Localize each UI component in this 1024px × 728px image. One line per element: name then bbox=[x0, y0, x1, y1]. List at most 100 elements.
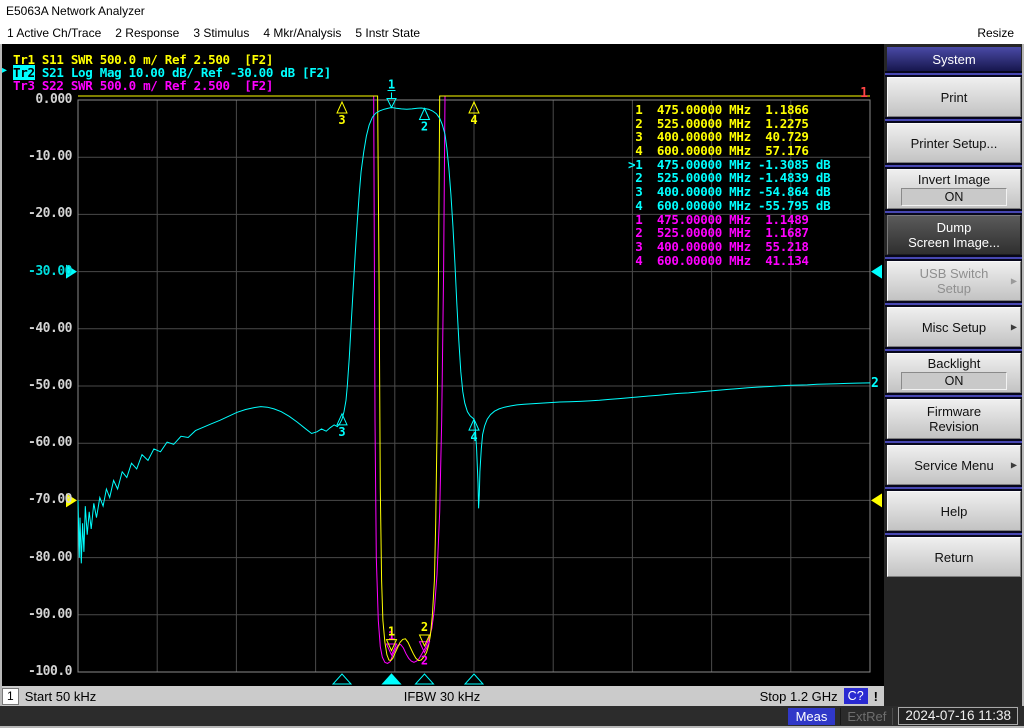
y-axis-label: -70.00 bbox=[28, 492, 72, 508]
marker-stimulus-triangle[interactable] bbox=[414, 673, 435, 685]
reference-level-arrow-right[interactable] bbox=[871, 493, 882, 508]
menu-active-ch-trace[interactable]: 1 Active Ch/Trace bbox=[0, 23, 108, 43]
marker-label: 2 bbox=[421, 654, 428, 668]
softkey-label: Dump bbox=[936, 220, 972, 235]
trace3-status[interactable]: Tr3 S22 SWR 500.0 m/ Ref 2.500 [F2] bbox=[0, 78, 653, 93]
softkey-label: Help bbox=[940, 503, 968, 519]
softkey-label: Screen Image... bbox=[908, 235, 1000, 250]
y-axis-label: -90.00 bbox=[28, 606, 72, 622]
marker-table-row: 4 600.00000 MHz 41.134 bbox=[628, 252, 809, 268]
marker-table-row: 1 475.00000 MHz 1.1489 bbox=[628, 211, 809, 227]
trace1-status[interactable]: Tr1 S11 SWR 500.0 m/ Ref 2.500 [F2] bbox=[0, 52, 653, 67]
resize-control[interactable]: Resize bbox=[970, 23, 1024, 43]
menu-bar: 1 Active Ch/Trace 2 Response 3 Stimulus … bbox=[0, 22, 1024, 44]
marker-label: 4 bbox=[470, 113, 477, 127]
softkey-label: Print bbox=[940, 89, 968, 105]
softkey-usb-switch-setup: USB Switch Setup ▶ bbox=[887, 261, 1021, 301]
softkey-menu: System Print Printer Setup... Invert Image… bbox=[884, 44, 1024, 706]
start-frequency[interactable]: Start 50 kHz bbox=[25, 689, 97, 704]
analyzer-screen: 121234123412 Tr1 S11 SWR 500.0 m/ Ref 2.… bbox=[0, 44, 884, 686]
softkey-firmware-revision[interactable]: Firmware Revision bbox=[887, 399, 1021, 439]
reference-level-arrow-right[interactable] bbox=[871, 264, 882, 279]
menu-instr-state[interactable]: 5 Instr State bbox=[348, 23, 427, 43]
softkey-backlight[interactable]: Backlight ON bbox=[887, 353, 1021, 393]
y-axis-label: -100.0 bbox=[28, 664, 72, 679]
y-axis-label: -80.00 bbox=[28, 549, 72, 565]
active-marker-stimulus-triangle[interactable] bbox=[381, 673, 402, 685]
trace-end-label: 2 bbox=[871, 376, 879, 391]
marker-label: 4 bbox=[470, 430, 477, 444]
trace3-name: Tr3 bbox=[13, 78, 35, 93]
marker-2-symbol[interactable] bbox=[418, 107, 431, 120]
marker-table-row: 4 600.00000 MHz -55.795 dB bbox=[628, 197, 831, 213]
y-axis-label: -30.00 bbox=[28, 263, 72, 279]
marker-table-row: 3 400.00000 MHz -54.864 dB bbox=[628, 184, 831, 200]
marker-table-row: 3 400.00000 MHz 55.218 bbox=[628, 238, 809, 254]
marker-table-row: 1 475.00000 MHz 1.1866 bbox=[628, 102, 809, 117]
trace-end-label: 1 bbox=[860, 86, 868, 101]
softkey-menu-title: System bbox=[887, 47, 1021, 71]
marker-table-group: >1 475.00000 MHz -1.3085 dB 2 525.00000 … bbox=[628, 156, 831, 213]
marker-stimulus-triangle[interactable] bbox=[463, 673, 485, 685]
marker-label: 1 bbox=[388, 625, 395, 639]
softkey-label: Service Menu bbox=[914, 457, 994, 473]
y-axis-label: -60.00 bbox=[28, 435, 72, 451]
menu-response[interactable]: 2 Response bbox=[108, 23, 186, 43]
softkey-label: Revision bbox=[929, 419, 979, 434]
softkey-help[interactable]: Help bbox=[887, 491, 1021, 531]
marker-label: 2 bbox=[421, 620, 428, 634]
y-axis-label: -20.00 bbox=[28, 206, 72, 222]
softkey-label: Setup bbox=[937, 281, 971, 296]
marker-label: 2 bbox=[421, 119, 428, 133]
marker-table-row: 4 600.00000 MHz 57.176 bbox=[628, 143, 809, 159]
trace2-status[interactable]: ▶ Tr2 S21 Log Mag 10.00 dB/ Ref -30.00 dB… bbox=[0, 65, 653, 80]
softkey-label: Firmware bbox=[926, 404, 982, 419]
softkey-dump-screen-image[interactable]: Dump Screen Image... bbox=[887, 215, 1021, 255]
softkey-label: Invert Image bbox=[917, 172, 991, 187]
clock: 2024-07-16 11:38 bbox=[898, 707, 1018, 725]
softkey-misc-setup[interactable]: Misc Setup ▶ bbox=[887, 307, 1021, 347]
extref-status: ExtRef bbox=[840, 707, 894, 725]
softkey-return[interactable]: Return bbox=[887, 537, 1021, 577]
softkey-label: Misc Setup bbox=[921, 319, 987, 335]
title-bar: E5063A Network Analyzer bbox=[0, 0, 1024, 22]
marker-table-group: 1 475.00000 MHz 1.1866 2 525.00000 MHz 1… bbox=[628, 103, 830, 158]
softkey-print[interactable]: Print bbox=[887, 77, 1021, 117]
softkey-invert-image[interactable]: Invert Image ON bbox=[887, 169, 1021, 209]
stop-frequency[interactable]: Stop 1.2 GHz bbox=[760, 689, 838, 704]
menu-stimulus[interactable]: 3 Stimulus bbox=[186, 23, 256, 43]
softkey-printer-setup[interactable]: Printer Setup... bbox=[887, 123, 1021, 163]
marker-table-row: 3 400.00000 MHz 40.729 bbox=[628, 129, 809, 145]
softkey-value: ON bbox=[901, 188, 1007, 206]
marker-label: 3 bbox=[338, 113, 345, 127]
y-axis-label: -40.00 bbox=[28, 320, 72, 336]
y-axis-label: -50.00 bbox=[28, 378, 72, 393]
submenu-arrow-icon: ▶ bbox=[1010, 322, 1017, 332]
meas-status-badge: Meas bbox=[787, 707, 836, 725]
softkey-service-menu[interactable]: Service Menu ▶ bbox=[887, 445, 1021, 485]
softkey-value: ON bbox=[901, 372, 1007, 390]
window-title: E5063A Network Analyzer bbox=[6, 4, 145, 18]
softkey-label: USB Switch bbox=[919, 266, 989, 281]
marker-stimulus-triangle[interactable] bbox=[331, 673, 353, 685]
marker-table-row: 2 525.00000 MHz -1.4839 dB bbox=[628, 170, 831, 186]
softkey-label: Return bbox=[934, 549, 974, 565]
softkey-label: Backlight bbox=[927, 356, 981, 371]
instrument-status-bar: Meas ExtRef 2024-07-16 11:38 bbox=[0, 706, 1024, 726]
y-axis-label: -10.00 bbox=[28, 149, 72, 165]
channel-status-bar: 1 Start 50 kHz IFBW 30 kHz Stop 1.2 GHz … bbox=[0, 686, 884, 706]
application-window: E5063A Network Analyzer 1 Active Ch/Trac… bbox=[0, 0, 1024, 728]
submenu-arrow-icon: ▶ bbox=[1010, 276, 1017, 286]
ifbw-label[interactable]: IFBW 30 kHz bbox=[404, 689, 481, 704]
warning-indicator: ! bbox=[873, 688, 878, 704]
marker-table-row: 2 525.00000 MHz 1.1687 bbox=[628, 225, 809, 241]
softkey-label: Printer Setup... bbox=[910, 135, 998, 151]
submenu-arrow-icon: ▶ bbox=[1010, 460, 1017, 470]
marker-3-symbol[interactable] bbox=[336, 100, 348, 114]
marker-table-row: >1 475.00000 MHz -1.3085 dB bbox=[628, 156, 831, 172]
menu-mkr-analysis[interactable]: 4 Mkr/Analysis bbox=[256, 23, 348, 43]
marker-table-row: 2 525.00000 MHz 1.2275 bbox=[628, 115, 809, 131]
marker-readout-table: 1 475.00000 MHz 1.1866 2 525.00000 MHz 1… bbox=[628, 103, 831, 268]
window-border bbox=[0, 44, 2, 706]
trace3-params: S22 SWR 500.0 m/ Ref 2.500 [F2] bbox=[34, 78, 274, 93]
